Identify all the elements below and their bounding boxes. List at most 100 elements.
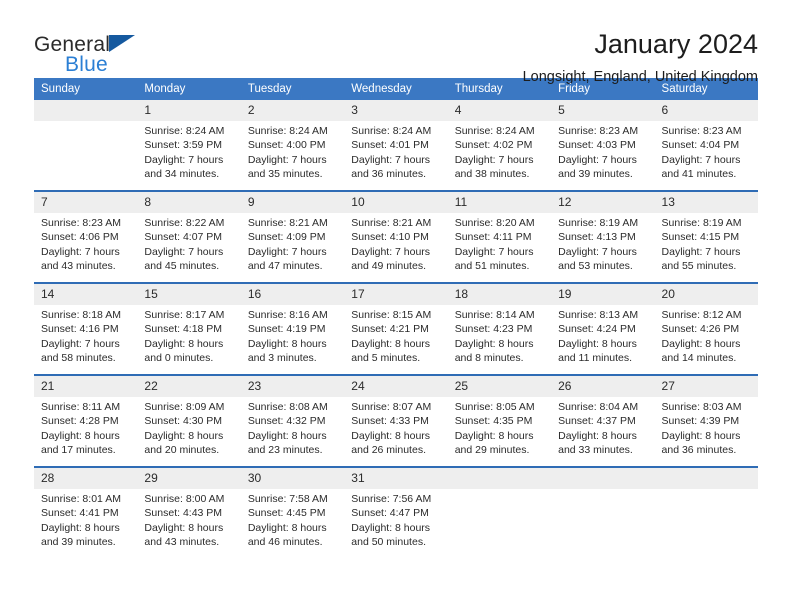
day-number: 24 xyxy=(344,376,448,397)
calendar-day-cell[interactable]: 8 Sunrise: 8:22 AM Sunset: 4:07 PM Daylight… xyxy=(137,190,241,283)
sunrise-text: Sunrise: 8:09 AM xyxy=(144,401,225,413)
calendar-week-row: 1 Sunrise: 8:24 AM Sunset: 3:59 PM Daylight… xyxy=(34,100,758,191)
sunrise-text: Sunrise: 8:21 AM xyxy=(247,217,328,229)
sunset-text: Sunset: 4:35 PM xyxy=(454,415,533,428)
calendar-day-cell[interactable]: 27 Sunrise: 8:03 AM Sunset: 4:39 PM Dayligh… xyxy=(654,374,758,467)
day-number: 16 xyxy=(240,284,345,305)
day-cell-inner: 8 Sunrise: 8:22 AM Sunset: 4:07 PM Daylight… xyxy=(137,192,241,282)
daylight-text-line2: and 51 minutes. xyxy=(454,260,530,273)
calendar-day-cell[interactable]: 24 Sunrise: 8:07 AM Sunset: 4:33 PM Dayligh… xyxy=(344,374,448,467)
calendar-day-cell[interactable]: 11 Sunrise: 8:20 AM Sunset: 4:11 PM Dayligh… xyxy=(447,190,552,283)
calendar-week-row: 28 Sunrise: 8:01 AM Sunset: 4:41 PM Dayligh… xyxy=(34,466,758,558)
day-number: 15 xyxy=(137,284,241,305)
day-details: Sunrise: 8:18 AM Sunset: 4:16 PM Daylight:… xyxy=(34,305,137,366)
daylight-text-line2: and 0 minutes. xyxy=(144,352,214,365)
sunrise-text: Sunrise: 8:21 AM xyxy=(351,217,432,229)
calendar-day-cell[interactable]: 13 Sunrise: 8:19 AM Sunset: 4:15 PM Dayligh… xyxy=(654,190,758,283)
sunrise-text: Sunrise: 8:19 AM xyxy=(661,217,742,229)
sunset-text: Sunset: 4:24 PM xyxy=(558,323,636,336)
calendar-day-cell[interactable]: 19 Sunrise: 8:13 AM Sunset: 4:24 PM Dayligh… xyxy=(551,282,655,375)
sunset-text: Sunset: 4:04 PM xyxy=(661,139,740,152)
day-cell-inner: 4 Sunrise: 8:24 AM Sunset: 4:02 PM Daylight… xyxy=(447,100,552,190)
calendar-day-cell[interactable]: 10 Sunrise: 8:21 AM Sunset: 4:10 PM Dayligh… xyxy=(344,190,448,283)
generalblue-logo[interactable]: General Blue xyxy=(34,26,234,82)
sunrise-text: Sunrise: 8:03 AM xyxy=(661,401,742,413)
day-number: 3 xyxy=(344,100,448,121)
daylight-text-line2: and 38 minutes. xyxy=(454,168,530,181)
sunrise-text: Sunrise: 8:12 AM xyxy=(661,309,742,321)
sunset-text: Sunset: 4:45 PM xyxy=(247,507,326,520)
calendar-day-cell[interactable]: 17 Sunrise: 8:15 AM Sunset: 4:21 PM Dayligh… xyxy=(344,282,448,375)
daylight-text-line2: and 33 minutes. xyxy=(558,444,633,457)
day-cell-inner: 3 Sunrise: 8:24 AM Sunset: 4:01 PM Daylight… xyxy=(344,100,448,190)
calendar-day-cell[interactable]: 2 Sunrise: 8:24 AM Sunset: 4:00 PM Daylight… xyxy=(240,100,345,191)
day-cell-inner xyxy=(654,468,758,558)
calendar-day-cell-empty xyxy=(551,466,655,558)
daylight-text-line2: and 35 minutes. xyxy=(247,168,323,181)
day-cell-inner: 11 Sunrise: 8:20 AM Sunset: 4:11 PM Dayligh… xyxy=(447,192,552,282)
calendar-day-cell[interactable]: 15 Sunrise: 8:17 AM Sunset: 4:18 PM Dayligh… xyxy=(137,282,241,375)
calendar-day-cell[interactable]: 12 Sunrise: 8:19 AM Sunset: 4:13 PM Dayligh… xyxy=(551,190,655,283)
sunset-text: Sunset: 4:21 PM xyxy=(351,323,429,336)
day-number: 31 xyxy=(344,468,448,489)
day-number: 20 xyxy=(654,284,758,305)
sunrise-text: Sunrise: 8:17 AM xyxy=(144,309,225,321)
daylight-text-line2: and 14 minutes. xyxy=(661,352,737,365)
calendar-day-cell[interactable]: 5 Sunrise: 8:23 AM Sunset: 4:03 PM Daylight… xyxy=(551,100,655,191)
calendar-day-cell[interactable]: 21 Sunrise: 8:11 AM Sunset: 4:28 PM Dayligh… xyxy=(34,374,138,467)
calendar-day-cell[interactable]: 9 Sunrise: 8:21 AM Sunset: 4:09 PM Daylight… xyxy=(240,190,345,283)
day-details: Sunrise: 8:24 AM Sunset: 4:00 PM Daylight:… xyxy=(241,121,344,182)
calendar-day-cell[interactable]: 18 Sunrise: 8:14 AM Sunset: 4:23 PM Dayligh… xyxy=(447,282,552,375)
daylight-text-line1: Daylight: 8 hours xyxy=(144,521,224,534)
daylight-text-line1: Daylight: 8 hours xyxy=(41,521,120,534)
day-cell-inner: 28 Sunrise: 8:01 AM Sunset: 4:41 PM Dayligh… xyxy=(34,468,138,558)
sunset-text: Sunset: 4:19 PM xyxy=(247,323,326,336)
calendar-day-cell[interactable]: 16 Sunrise: 8:16 AM Sunset: 4:19 PM Dayligh… xyxy=(240,282,345,375)
calendar-day-cell[interactable]: 22 Sunrise: 8:09 AM Sunset: 4:30 PM Dayligh… xyxy=(137,374,241,467)
calendar-day-cell[interactable]: 31 Sunrise: 7:56 AM Sunset: 4:47 PM Dayligh… xyxy=(344,466,448,558)
sunrise-text: Sunrise: 8:04 AM xyxy=(558,401,639,413)
page-header: General Blue January 2024 Longsight, Eng… xyxy=(34,0,758,85)
day-number: 2 xyxy=(240,100,345,121)
calendar-day-cell[interactable]: 3 Sunrise: 8:24 AM Sunset: 4:01 PM Daylight… xyxy=(344,100,448,191)
calendar-day-cell[interactable]: 30 Sunrise: 7:58 AM Sunset: 4:45 PM Dayligh… xyxy=(240,466,345,558)
day-cell-inner: 9 Sunrise: 8:21 AM Sunset: 4:09 PM Daylight… xyxy=(240,192,345,282)
sunset-text: Sunset: 4:43 PM xyxy=(144,507,223,520)
sunrise-text: Sunrise: 8:05 AM xyxy=(454,401,535,413)
day-cell-inner: 18 Sunrise: 8:14 AM Sunset: 4:23 PM Dayligh… xyxy=(447,284,552,374)
day-details: Sunrise: 8:22 AM Sunset: 4:07 PM Daylight:… xyxy=(137,213,240,274)
sunset-text: Sunset: 4:02 PM xyxy=(454,139,533,152)
daylight-text-line1: Daylight: 7 hours xyxy=(41,245,120,258)
calendar-day-cell[interactable]: 28 Sunrise: 8:01 AM Sunset: 4:41 PM Dayligh… xyxy=(34,466,138,558)
calendar-day-cell[interactable]: 29 Sunrise: 8:00 AM Sunset: 4:43 PM Dayligh… xyxy=(137,466,241,558)
calendar-day-cell[interactable]: 4 Sunrise: 8:24 AM Sunset: 4:02 PM Daylight… xyxy=(447,100,552,191)
sunset-text: Sunset: 4:37 PM xyxy=(558,415,636,428)
day-details: Sunrise: 8:00 AM Sunset: 4:43 PM Daylight:… xyxy=(137,489,240,550)
day-details: Sunrise: 8:23 AM Sunset: 4:03 PM Daylight:… xyxy=(551,121,654,182)
day-number: 6 xyxy=(654,100,758,121)
daylight-text-line2: and 47 minutes. xyxy=(247,260,323,273)
calendar-week-row: 14 Sunrise: 8:18 AM Sunset: 4:16 PM Dayligh… xyxy=(34,282,758,375)
title-block: January 2024 Longsight, England, United … xyxy=(523,26,758,87)
sunset-text: Sunset: 4:28 PM xyxy=(41,415,119,428)
day-cell-inner: 12 Sunrise: 8:19 AM Sunset: 4:13 PM Dayligh… xyxy=(551,192,655,282)
day-details: Sunrise: 8:11 AM Sunset: 4:28 PM Daylight:… xyxy=(34,397,137,458)
calendar-day-cell[interactable]: 25 Sunrise: 8:05 AM Sunset: 4:35 PM Dayligh… xyxy=(447,374,552,467)
calendar-day-cell[interactable]: 7 Sunrise: 8:23 AM Sunset: 4:06 PM Daylight… xyxy=(34,190,138,283)
sunset-text: Sunset: 4:03 PM xyxy=(558,139,636,152)
calendar-day-cell[interactable]: 26 Sunrise: 8:04 AM Sunset: 4:37 PM Dayligh… xyxy=(551,374,655,467)
calendar-day-cell[interactable]: 23 Sunrise: 8:08 AM Sunset: 4:32 PM Dayligh… xyxy=(240,374,345,467)
calendar-day-cell[interactable]: 20 Sunrise: 8:12 AM Sunset: 4:26 PM Dayligh… xyxy=(654,282,758,375)
sunrise-text: Sunrise: 8:22 AM xyxy=(144,217,225,229)
calendar-week-row: 21 Sunrise: 8:11 AM Sunset: 4:28 PM Dayligh… xyxy=(34,374,758,467)
day-details: Sunrise: 8:13 AM Sunset: 4:24 PM Daylight:… xyxy=(551,305,654,366)
day-cell-inner: 21 Sunrise: 8:11 AM Sunset: 4:28 PM Dayligh… xyxy=(34,376,138,466)
day-details: Sunrise: 8:20 AM Sunset: 4:11 PM Daylight:… xyxy=(448,213,551,274)
sunrise-text: Sunrise: 8:24 AM xyxy=(247,125,328,137)
sunrise-text: Sunrise: 8:15 AM xyxy=(351,309,432,321)
calendar-day-cell[interactable]: 1 Sunrise: 8:24 AM Sunset: 3:59 PM Daylight… xyxy=(137,100,241,191)
calendar-day-cell[interactable]: 14 Sunrise: 8:18 AM Sunset: 4:16 PM Dayligh… xyxy=(34,282,138,375)
day-number: 17 xyxy=(344,284,448,305)
calendar-day-cell[interactable]: 6 Sunrise: 8:23 AM Sunset: 4:04 PM Daylight… xyxy=(654,100,758,191)
day-number: 10 xyxy=(344,192,448,213)
